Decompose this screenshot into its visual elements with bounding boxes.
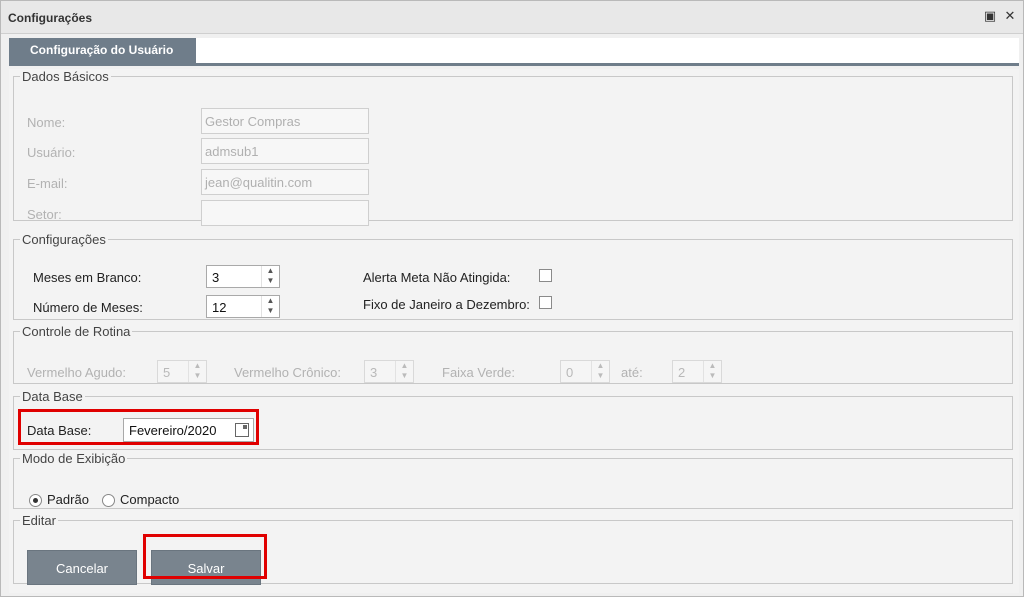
vermelho-agudo-label: Vermelho Agudo: <box>27 365 127 380</box>
modo-exibicao-legend: Modo de Exibição <box>22 451 126 466</box>
chevron-up-icon[interactable]: ▲ <box>189 361 206 371</box>
faixa-verde-arrows[interactable]: ▲ ▼ <box>591 361 609 382</box>
faixa-verde-stepper[interactable]: 0 ▲ ▼ <box>560 360 610 383</box>
editar-legend: Editar <box>22 513 56 528</box>
ate-stepper[interactable]: 2 ▲ ▼ <box>672 360 722 383</box>
title-bar: Configurações ▣ ✕ <box>1 1 1023 34</box>
setor-field[interactable] <box>201 200 369 226</box>
data-base-highlight <box>18 409 259 445</box>
close-icon[interactable]: ✕ <box>1003 9 1017 23</box>
meses-branco-label: Meses em Branco: <box>33 270 142 285</box>
nome-field[interactable]: Gestor Compras <box>201 108 369 134</box>
setor-label: Setor: <box>27 207 62 222</box>
save-highlight <box>143 534 267 579</box>
faixa-verde-value: 0 <box>566 365 574 380</box>
maximize-icon[interactable]: ▣ <box>983 9 997 23</box>
vermelho-agudo-arrows[interactable]: ▲ ▼ <box>188 361 206 382</box>
alerta-meta-checkbox[interactable] <box>539 269 552 282</box>
email-label: E-mail: <box>27 176 68 191</box>
numero-meses-arrows[interactable]: ▲ ▼ <box>261 296 279 317</box>
chevron-down-icon[interactable]: ▼ <box>189 371 206 381</box>
meses-branco-arrows[interactable]: ▲ ▼ <box>261 266 279 287</box>
fixo-janeiro-checkbox[interactable] <box>539 296 552 309</box>
controle-rotina-legend: Controle de Rotina <box>22 324 131 339</box>
usuario-field[interactable]: admsub1 <box>201 138 369 164</box>
chevron-up-icon[interactable]: ▲ <box>396 361 413 371</box>
chevron-down-icon[interactable]: ▼ <box>592 371 609 381</box>
data-base-legend: Data Base <box>22 389 83 404</box>
vermelho-cronico-arrows[interactable]: ▲ ▼ <box>395 361 413 382</box>
configuracoes-group: Configurações Meses em Branco: 3 ▲ ▼ Núme… <box>13 232 1013 320</box>
vermelho-cronico-label: Vermelho Crônico: <box>234 365 341 380</box>
chevron-down-icon[interactable]: ▼ <box>396 371 413 381</box>
chevron-up-icon[interactable]: ▲ <box>592 361 609 371</box>
usuario-label: Usuário: <box>27 145 76 160</box>
email-field[interactable]: jean@qualitin.com <box>201 169 369 195</box>
radio-padrao[interactable] <box>29 494 42 507</box>
compacto-label[interactable]: Compacto <box>120 492 179 507</box>
faixa-verde-label: Faixa Verde: <box>442 365 515 380</box>
alerta-meta-label: Alerta Meta Não Atingida: <box>363 270 511 285</box>
fixo-janeiro-label: Fixo de Janeiro a Dezembro: <box>363 297 530 312</box>
chevron-down-icon[interactable]: ▼ <box>262 276 279 286</box>
vermelho-cronico-value: 3 <box>370 365 378 380</box>
vermelho-agudo-stepper[interactable]: 5 ▲ ▼ <box>157 360 207 383</box>
cancel-button[interactable]: Cancelar <box>27 550 137 585</box>
window-title: Configurações <box>8 11 93 25</box>
vermelho-cronico-stepper[interactable]: 3 ▲ ▼ <box>364 360 414 383</box>
ate-value: 2 <box>678 365 686 380</box>
meses-branco-value: 3 <box>212 270 220 285</box>
configuracoes-legend: Configurações <box>22 232 106 247</box>
tab-configuracao-usuario[interactable]: Configuração do Usuário <box>9 38 196 63</box>
numero-meses-value: 12 <box>212 300 227 315</box>
chevron-down-icon[interactable]: ▼ <box>262 306 279 316</box>
dados-basicos-legend: Dados Básicos <box>22 69 109 84</box>
form-content: Dados Básicos Nome: Gestor Compras Usuár… <box>9 69 1019 593</box>
radio-compacto[interactable] <box>102 494 115 507</box>
chevron-up-icon[interactable]: ▲ <box>262 266 279 276</box>
nome-label: Nome: <box>27 115 66 130</box>
dados-basicos-group: Dados Básicos Nome: Gestor Compras Usuár… <box>13 69 1013 226</box>
modo-exibicao-group: Modo de Exibição Padrão Compacto <box>13 451 1013 509</box>
padrao-label[interactable]: Padrão <box>47 492 89 507</box>
vermelho-agudo-value: 5 <box>163 365 171 380</box>
meses-branco-stepper[interactable]: 3 ▲ ▼ <box>206 265 280 288</box>
ate-arrows[interactable]: ▲ ▼ <box>703 361 721 382</box>
numero-meses-label: Número de Meses: <box>33 300 143 315</box>
chevron-up-icon[interactable]: ▲ <box>704 361 721 371</box>
chevron-down-icon[interactable]: ▼ <box>704 371 721 381</box>
ate-label: até: <box>621 365 643 380</box>
controle-rotina-group: Controle de Rotina Vermelho Agudo: 5 ▲ ▼ … <box>13 324 1013 384</box>
numero-meses-stepper[interactable]: 12 ▲ ▼ <box>206 295 280 318</box>
configuracoes-window: Configurações ▣ ✕ Configuração do Usuári… <box>0 0 1024 597</box>
chevron-up-icon[interactable]: ▲ <box>262 296 279 306</box>
tab-strip: Configuração do Usuário <box>9 38 1019 66</box>
